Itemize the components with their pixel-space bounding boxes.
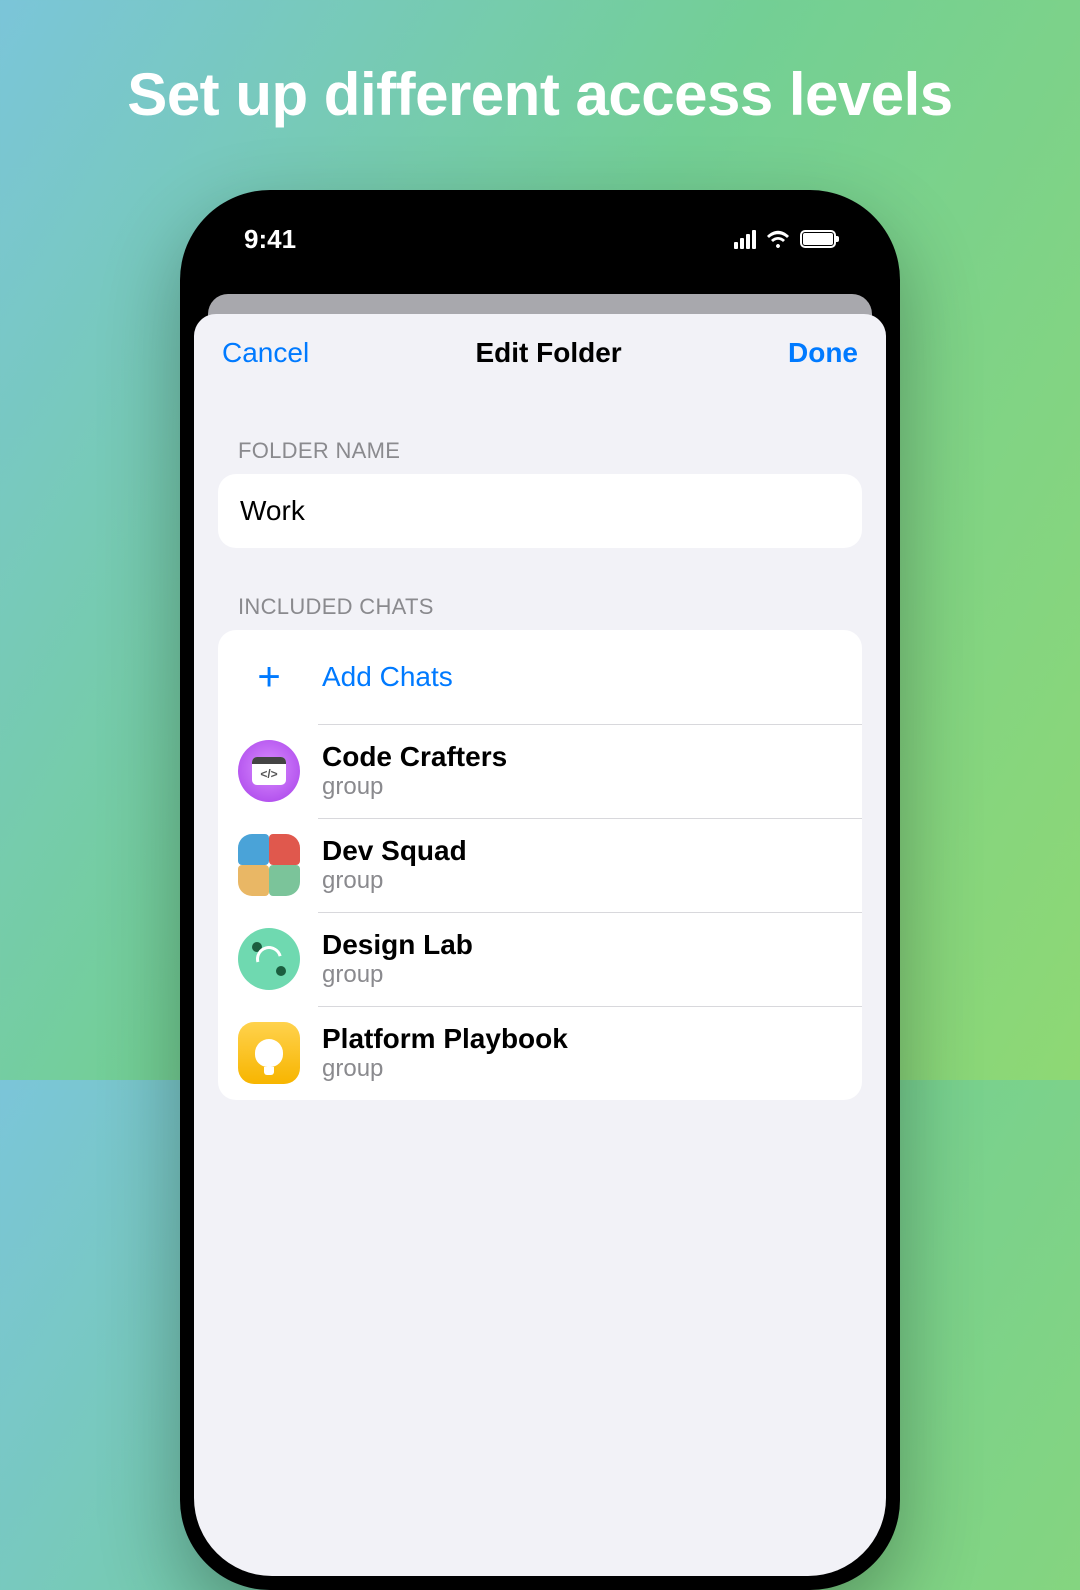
included-chats-section-label: INCLUDED CHATS [194, 548, 886, 630]
chat-title: Platform Playbook [322, 1023, 568, 1055]
modal-title: Edit Folder [475, 337, 621, 369]
design-lab-avatar-icon [238, 928, 300, 990]
chat-title: Dev Squad [322, 835, 467, 867]
dynamic-island [450, 222, 630, 258]
chat-subtitle: group [322, 961, 473, 989]
chat-row-dev-squad[interactable]: Dev Squad group [218, 818, 862, 912]
chat-row-code-crafters[interactable]: </> Code Crafters group [218, 724, 862, 818]
chat-subtitle: group [322, 867, 467, 895]
chat-subtitle: group [322, 773, 507, 801]
chat-title: Design Lab [322, 929, 473, 961]
promo-headline: Set up different access levels [0, 60, 1080, 129]
chat-row-design-lab[interactable]: Design Lab group [218, 912, 862, 1006]
folder-name-section-label: FOLDER NAME [194, 392, 886, 474]
battery-icon [800, 230, 836, 248]
chat-title: Code Crafters [322, 741, 507, 773]
add-chats-row[interactable]: + Add Chats [218, 630, 862, 724]
status-time: 9:41 [244, 224, 296, 255]
done-button[interactable]: Done [788, 337, 858, 369]
modal-navbar: Cancel Edit Folder Done [194, 314, 886, 392]
cancel-button[interactable]: Cancel [222, 337, 309, 369]
wifi-icon [766, 230, 790, 248]
dev-squad-avatar-icon [238, 834, 300, 896]
folder-name-input[interactable] [218, 474, 862, 548]
cellular-icon [734, 230, 756, 249]
platform-playbook-avatar-icon [238, 1022, 300, 1084]
phone-frame: 9:41 Cancel Edit Folder Done FOLDER NAME… [180, 190, 900, 1590]
plus-icon: + [257, 657, 280, 697]
chat-row-platform-playbook[interactable]: Platform Playbook group [218, 1006, 862, 1100]
chat-subtitle: group [322, 1055, 568, 1083]
phone-screen: 9:41 Cancel Edit Folder Done FOLDER NAME… [194, 204, 886, 1576]
included-chats-list: + Add Chats </> Code Crafters group [218, 630, 862, 1100]
modal-sheet: Cancel Edit Folder Done FOLDER NAME INCL… [194, 314, 886, 1576]
code-crafters-avatar-icon: </> [238, 740, 300, 802]
add-chats-label: Add Chats [322, 661, 453, 693]
